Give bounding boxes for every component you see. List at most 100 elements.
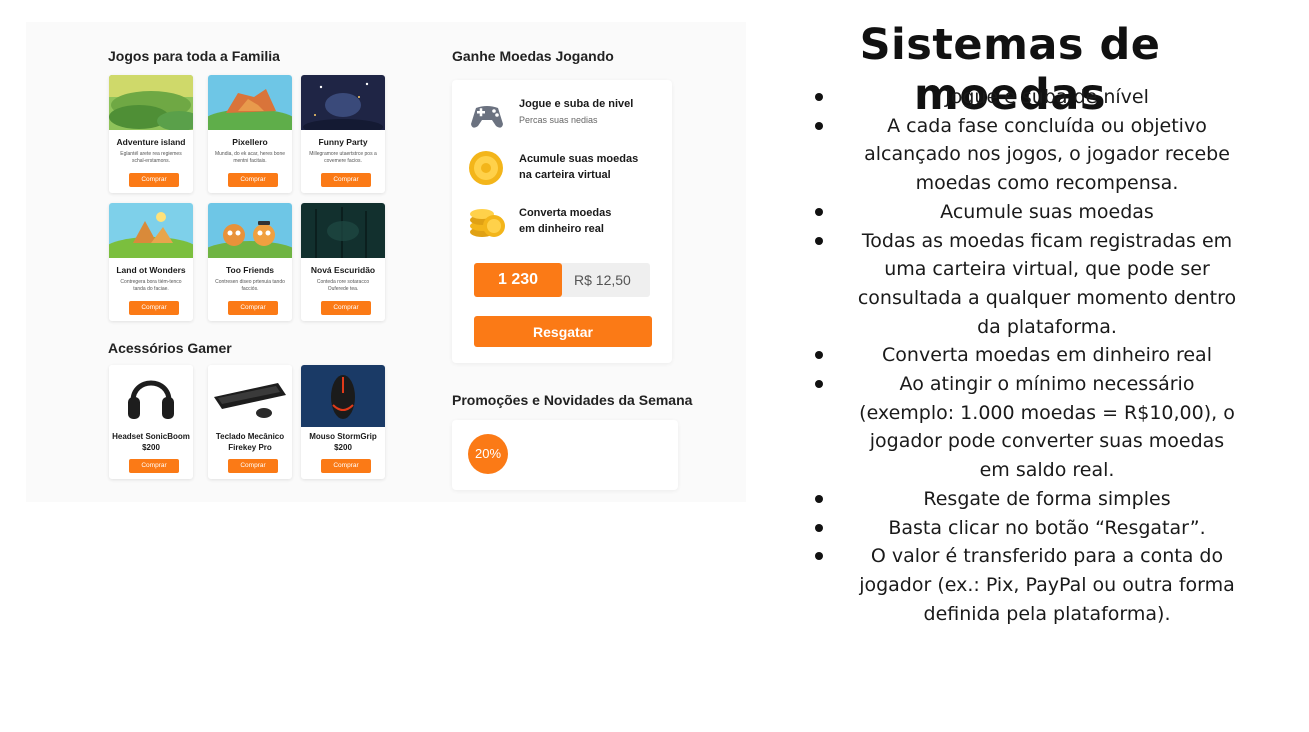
game-card[interactable]: Funny Party Millegramore utaertstrce pos… <box>301 75 385 193</box>
bullet-item: Jogue e suba de nível <box>812 83 1258 112</box>
game-thumbnail <box>301 203 385 258</box>
game-description: Contresen diseo prtenuia tando facciós. <box>215 279 285 292</box>
keyboard-image <box>208 365 292 427</box>
buy-button[interactable]: Comprar <box>228 301 278 315</box>
game-card[interactable]: Too Friends Contresen diseo prtenuia tan… <box>208 203 292 321</box>
buy-button[interactable]: Comprar <box>129 459 179 473</box>
accessory-price: $200 <box>334 443 352 452</box>
game-title: Adventure island <box>116 137 186 147</box>
game-title: Too Friends <box>225 265 274 275</box>
bullet-line: em saldo real. <box>979 459 1115 482</box>
bullet-line: uma carteira virtual, que pode ser <box>884 258 1210 281</box>
mouse-image <box>301 365 385 427</box>
accessory-card[interactable]: Teclado Mecânico Firekey Pro Comprar <box>208 365 292 479</box>
bullet-line: Basta clicar no botão “Resgatar”. <box>888 516 1206 539</box>
accessory-name: Headset SonicBoom <box>112 432 190 441</box>
step-title-line: Converta moedas <box>519 207 612 219</box>
game-card[interactable]: Nová Escuridão Conteda rore sotaracco Ou… <box>301 203 385 321</box>
game-thumbnail <box>301 75 385 130</box>
discount-badge[interactable]: 20% <box>468 434 508 474</box>
bullet-line: moedas como recompensa. <box>915 172 1179 195</box>
bullet-list: Jogue e suba de nível A cada fase conclu… <box>812 83 1258 628</box>
game-thumbnail <box>109 75 193 130</box>
bullet-line: Todas as moedas ficam registradas em <box>861 229 1233 252</box>
game-description: Contregera bora tiém-tenco tanda do faci… <box>120 279 182 292</box>
bullet-line: Converta moedas em dinheiro real <box>882 344 1212 367</box>
game-description: Eglantél arete rea regiemes schal-erstam… <box>120 151 182 164</box>
buy-button[interactable]: Comprar <box>129 173 179 187</box>
promo-section-title: Promoções e Novidades da Semana <box>452 392 693 408</box>
accessory-price: $200 <box>142 443 160 452</box>
bullet-item: Resgate de forma simples <box>812 485 1258 514</box>
bullet-line: da plataforma. <box>977 315 1117 338</box>
game-thumbnail <box>109 203 193 258</box>
buy-button[interactable]: Comprar <box>321 173 371 187</box>
coins-section-title: Ganhe Moedas Jogando <box>452 48 614 64</box>
promo-panel: 20% <box>452 420 678 490</box>
bullet-line: jogador pode converter suas moedas <box>869 430 1225 453</box>
bullet-line: Jogue e suba de nível <box>945 86 1149 108</box>
bullet-item: Ao atingir o mínimo necessário (exemplo:… <box>812 370 1258 485</box>
accessory-title: Mouso StormGrip $200 <box>301 431 385 453</box>
accessory-name: Mouso StormGrip <box>309 432 377 441</box>
accessory-name: Teclado Mecânico <box>215 432 285 441</box>
game-thumbnail <box>208 203 292 258</box>
app-mockup: Jogos para toda a Familia Adventure isla… <box>26 22 746 502</box>
accessory-card[interactable]: Headset SonicBoom $200 Comprar <box>109 365 193 479</box>
accessory-model: Firekey Pro <box>228 443 272 452</box>
game-title: Funny Party <box>318 137 368 147</box>
bullet-item: Basta clicar no botão “Resgatar”. <box>812 514 1258 543</box>
coin-icon <box>468 150 504 191</box>
game-card[interactable]: Pixellero Mundia, do ek acar, heres bone… <box>208 75 292 193</box>
bullet-line: jogador (ex.: Pix, PayPal ou outra forma <box>859 573 1235 596</box>
buy-button[interactable]: Comprar <box>129 301 179 315</box>
bullet-line: Resgate de forma simples <box>923 487 1171 510</box>
buy-button[interactable]: Comprar <box>228 173 278 187</box>
accessories-title: Acessórios Gamer <box>108 340 232 356</box>
buy-button[interactable]: Comprar <box>321 301 371 315</box>
game-thumbnail <box>208 75 292 130</box>
game-title: Pixellero <box>232 137 268 147</box>
bullet-item: O valor é transferido para a conta do jo… <box>812 542 1258 628</box>
bullet-item: Todas as moedas ficam registradas em uma… <box>812 227 1258 342</box>
bullet-line: Acumule suas moedas <box>940 200 1154 223</box>
step-title-line: em dinheiro real <box>519 223 604 235</box>
redeem-button[interactable]: Resgatar <box>474 316 652 347</box>
buy-button[interactable]: Comprar <box>321 459 371 473</box>
bullet-item: Acumule suas moedas <box>812 198 1258 227</box>
bullet-item: Converta moedas em dinheiro real <box>812 341 1258 370</box>
step-title: Acumule suas moedas na carteira virtual <box>519 151 638 183</box>
coins-panel: Jogue e suba de nivel Percas suas nedias… <box>452 80 672 363</box>
step-title: Converta moedas em dinheiro real <box>519 205 611 237</box>
coin-balance: 1 230 <box>474 263 562 297</box>
headset-image <box>109 365 193 427</box>
bullet-line: (exemplo: 1.000 moedas = R$10,00), o <box>859 401 1235 424</box>
bullet-line: consultada a qualquer momento dentro <box>857 286 1237 309</box>
coin-stack-icon <box>468 200 506 245</box>
game-card[interactable]: Adventure island Eglantél arete rea regi… <box>109 75 193 193</box>
bullet-line: definida pela plataforma). <box>923 602 1171 625</box>
game-card[interactable]: Land ot Wonders Contregera bora tiém-ten… <box>109 203 193 321</box>
buy-button[interactable]: Comprar <box>228 459 278 473</box>
game-description: Millegramore utaertstrce pos a covemere … <box>309 151 377 164</box>
step-title-line: na carteira virtual <box>519 169 611 181</box>
step-subtitle: Percas suas nedias <box>519 115 598 125</box>
bullet-line: alcançado nos jogos, o jogador recebe <box>864 143 1230 166</box>
step-title-line: Acumule suas moedas <box>519 153 639 165</box>
accessory-title: Teclado Mecânico Firekey Pro <box>208 431 292 453</box>
accessory-card[interactable]: Mouso StormGrip $200 Comprar <box>301 365 385 479</box>
bullet-line: Ao atingir o mínimo necessário <box>899 373 1195 396</box>
family-games-title: Jogos para toda a Familia <box>108 48 280 64</box>
step-title: Jogue e suba de nivel <box>519 98 634 110</box>
game-title: Nová Escuridão <box>310 265 376 275</box>
bullet-line: A cada fase concluída ou objetivo <box>887 114 1207 137</box>
game-title: Land ot Wonders <box>116 265 186 275</box>
game-description: Mundia, do ek acar, heres bone mentni fa… <box>214 151 286 164</box>
game-description: Conteda rore sotaracco Ouferede tea. <box>316 279 370 292</box>
accessory-title: Headset SonicBoom $200 <box>109 431 193 453</box>
bullet-item: A cada fase concluída ou objetivo alcanç… <box>812 112 1258 198</box>
bullet-line: O valor é transferido para a conta do <box>870 545 1224 568</box>
money-balance: R$ 12,50 <box>574 272 631 288</box>
gamepad-icon <box>468 98 506 137</box>
wallet-balance: 1 230 R$ 12,50 <box>474 263 650 297</box>
